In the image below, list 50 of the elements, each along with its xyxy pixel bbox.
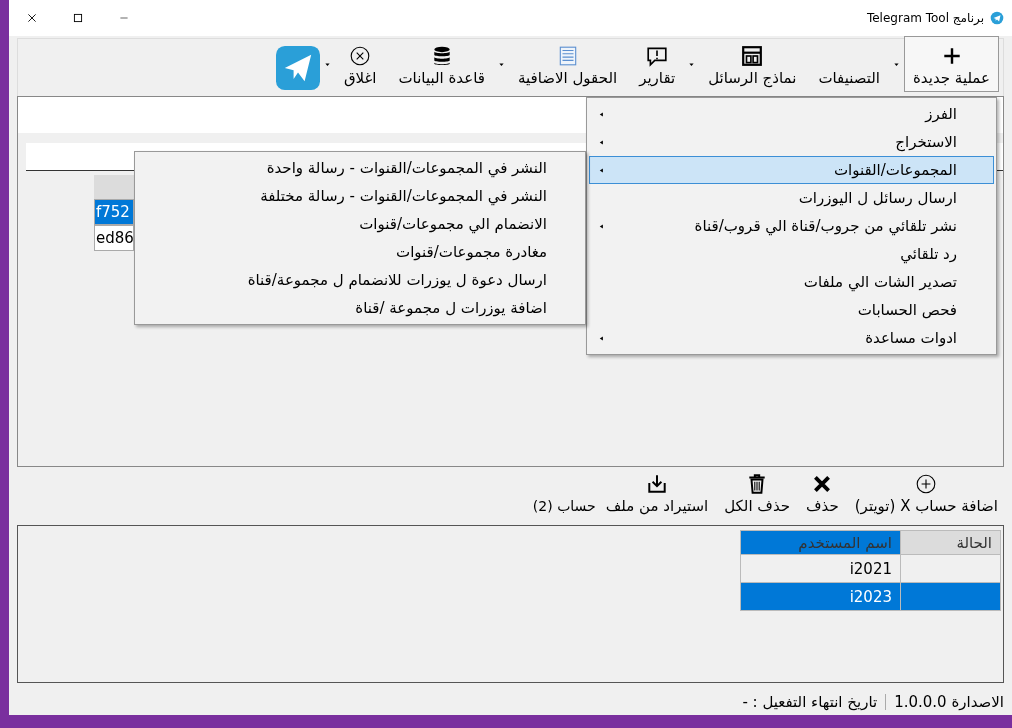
submenu-arrow-icon [598, 110, 605, 118]
toolbar-button[interactable]: حذف الكل [718, 472, 797, 518]
toolbar-button[interactable]: نماذج الرسائل [699, 40, 806, 92]
maximize-icon [72, 12, 84, 24]
toolbar-button[interactable]: اغلاق [334, 40, 386, 92]
menu-item[interactable]: النشر في المجموعات/القنوات - رسالة واحدة [137, 154, 583, 182]
column-header [94, 175, 134, 199]
window-title: برنامج Telegram Tool [866, 10, 984, 27]
menu-item[interactable]: ارسال دعوة ل يوزرات للانضمام ل مجموعة/قناة [137, 266, 583, 294]
menu-item[interactable]: فحص الحسابات [589, 296, 994, 324]
table-cell: i2021 [740, 554, 901, 583]
toolbar-button[interactable]: التصنيفات [809, 40, 889, 92]
menu-item[interactable]: رد تلقائي [589, 240, 994, 268]
toolbar-button[interactable]: الحقول الاضافية [508, 40, 627, 92]
submenu-arrow-icon [598, 166, 605, 174]
menu-item[interactable]: الاستخراج [589, 128, 994, 156]
menu-item[interactable]: ادوات مساعدة [589, 324, 994, 352]
menu-item[interactable]: النشر في المجموعات/القنوات - رسالة مختلفة [137, 182, 583, 210]
table-cell[interactable]: ed86 [94, 225, 134, 251]
menu-item[interactable]: اضافة يوزرات ل مجموعة /قناة [137, 294, 583, 322]
toolbar-button[interactable]: اضافة حساب X (تويتر) [848, 472, 1004, 518]
toolbar-button[interactable]: عملية جديدة [904, 36, 999, 92]
toolbar-button[interactable]: قاعدة البيانات [389, 40, 494, 92]
paper-plane-logo-icon [275, 46, 320, 90]
close-icon [26, 12, 38, 24]
plus-circle-icon [915, 472, 938, 495]
table-cell[interactable]: f752 [94, 199, 134, 225]
submenu-arrow-icon [598, 222, 605, 230]
telegram-logo-icon [990, 11, 1004, 25]
menu-item[interactable]: مغادرة مجموعات/قنوات [137, 238, 583, 266]
toolbar-button[interactable]: تقارير [630, 40, 685, 92]
menu-item[interactable]: تصدير الشات الي ملفات [589, 268, 994, 296]
menu-item[interactable]: الفرز [589, 100, 994, 128]
account-count: حساب (2) [532, 497, 596, 517]
expiry-label: تاريخ انتهاء التفعيل : - [742, 691, 878, 713]
toolbar-button[interactable]: استيراد من ملف [599, 472, 715, 518]
submenu-arrow-icon [598, 334, 605, 342]
version-label: الاصدارة 1.0.0.0 [894, 691, 1004, 713]
table-cell: i2023 [740, 582, 901, 611]
menu-item[interactable]: الانضمام الي مجموعات/قنوات [137, 210, 583, 238]
submenu-arrow-icon [598, 138, 605, 146]
column-header[interactable]: الحالة [900, 530, 1001, 555]
toolbar-button[interactable]: حذف [800, 472, 845, 518]
menu-item[interactable]: ارسال رسائل ل اليوزرات [589, 184, 994, 212]
download-tray-icon [646, 472, 668, 495]
close-circle-icon [349, 44, 372, 67]
layout-window-icon [741, 44, 764, 67]
menu-item[interactable]: نشر تلقائي من جروب/قناة الي قروب/قناة [589, 212, 994, 240]
menu-item[interactable]: المجموعات/القنوات [589, 156, 994, 184]
speech-bubble-alert-icon [646, 44, 669, 67]
